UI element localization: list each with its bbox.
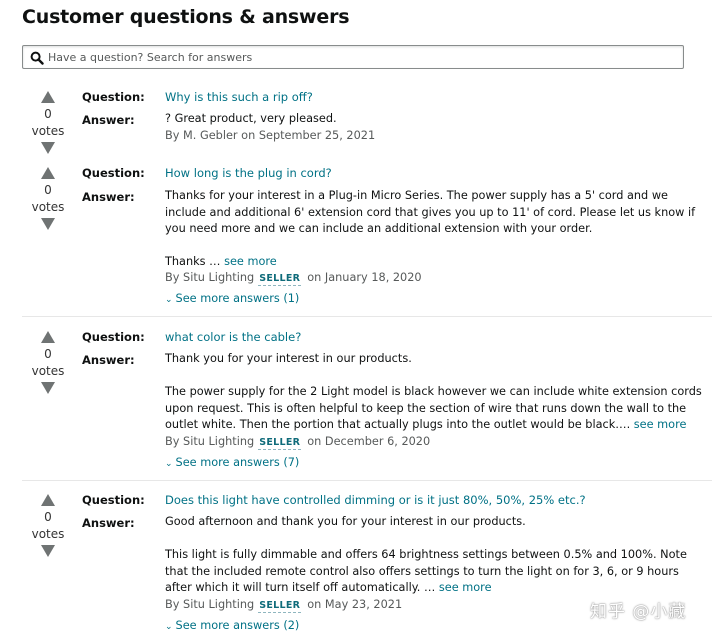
answer-byline: By M. Gebler on September 25, 2021 [165,129,375,142]
answer-label: Answer: [82,113,135,127]
answer-paragraph: Thanks for your interest in a Plug-in Mi… [165,189,696,236]
answer-date: on January 18, 2020 [307,271,422,284]
chevron-down-icon: ⌄ [165,459,173,469]
author-name: By Situ Lighting [165,271,255,284]
answer-text: ? Great product, very pleased. [165,111,705,128]
vote-count: 0 [44,107,52,121]
answer-text: Thank you for your interest in our produ… [165,351,705,434]
downvote-arrow-icon[interactable] [40,381,56,395]
question-label: Question: [82,166,145,180]
answer-label: Answer: [82,190,135,204]
answer-paragraph: Thanks … see more [165,255,277,269]
seller-badge: SELLER [258,600,302,613]
answer-paragraph: This light is fully dimmable and offers … [165,548,687,595]
answer-label: Answer: [82,516,135,530]
downvote-arrow-icon[interactable] [40,141,56,155]
upvote-arrow-icon[interactable] [40,90,56,104]
votes-label: votes [31,364,65,378]
author-name: By Situ Lighting [165,435,255,448]
votes-label: votes [31,527,65,541]
question-link[interactable]: what color is the cable? [165,330,301,344]
search-icon [30,51,44,65]
watermark: 知乎 @小藏 [590,602,687,622]
author-name: By Situ Lighting [165,598,255,611]
question-link[interactable]: Why is this such a rip off? [165,90,313,104]
upvote-arrow-icon[interactable] [40,166,56,180]
downvote-arrow-icon[interactable] [40,217,56,231]
vote-count: 0 [44,347,52,361]
answer-paragraph: Good afternoon and thank you for your in… [165,515,526,528]
search-box[interactable] [22,45,684,69]
answer-date: on September 25, 2021 [241,129,376,142]
answer-date: on May 23, 2021 [307,598,403,611]
answer-label: Answer: [82,353,135,367]
question-link[interactable]: How long is the plug in cord? [165,166,332,180]
see-more-link[interactable]: see more [634,418,687,431]
divider [22,480,712,481]
chevron-down-icon: ⌄ [165,622,173,632]
answer-text: Good afternoon and thank you for your in… [165,514,705,597]
see-more-answers-link[interactable]: ⌄ See more answers (7) [165,456,299,469]
vote-count: 0 [44,183,52,197]
divider [22,316,712,317]
answer-byline: By Situ Lighting SELLER on December 6, 202… [165,435,430,450]
question-label: Question: [82,90,145,104]
answer-paragraph: ? Great product, very pleased. [165,112,337,125]
see-more-link[interactable]: see more [439,581,492,594]
votes-label: votes [31,200,65,214]
seller-badge: SELLER [258,273,302,286]
answer-byline: By Situ Lighting SELLER on January 18, 202… [165,271,422,286]
downvote-arrow-icon[interactable] [40,544,56,558]
see-more-answers-link[interactable]: ⌄ See more answers (1) [165,292,299,305]
answer-text: Thanks for your interest in a Plug-in Mi… [165,188,705,271]
answer-byline: By Situ Lighting SELLER on May 23, 2021 [165,598,402,613]
question-label: Question: [82,330,145,344]
upvote-arrow-icon[interactable] [40,330,56,344]
see-more-answers-link[interactable]: ⌄ See more answers (2) [165,619,299,632]
author-name: By M. Gebler [165,129,238,142]
page-title: Customer questions & answers [22,6,350,28]
answer-paragraph: The power supply for the 2 Light model i… [165,385,702,432]
search-input[interactable] [48,47,678,67]
question-link[interactable]: Does this light have controlled dimming … [165,493,586,507]
see-more-link[interactable]: see more [224,255,277,268]
votes-label: votes [31,124,65,138]
question-label: Question: [82,493,145,507]
upvote-arrow-icon[interactable] [40,493,56,507]
answer-date: on December 6, 2020 [307,435,431,448]
answer-paragraph: Thank you for your interest in our produ… [165,352,412,365]
vote-count: 0 [44,510,52,524]
seller-badge: SELLER [258,437,302,450]
chevron-down-icon: ⌄ [165,295,173,305]
